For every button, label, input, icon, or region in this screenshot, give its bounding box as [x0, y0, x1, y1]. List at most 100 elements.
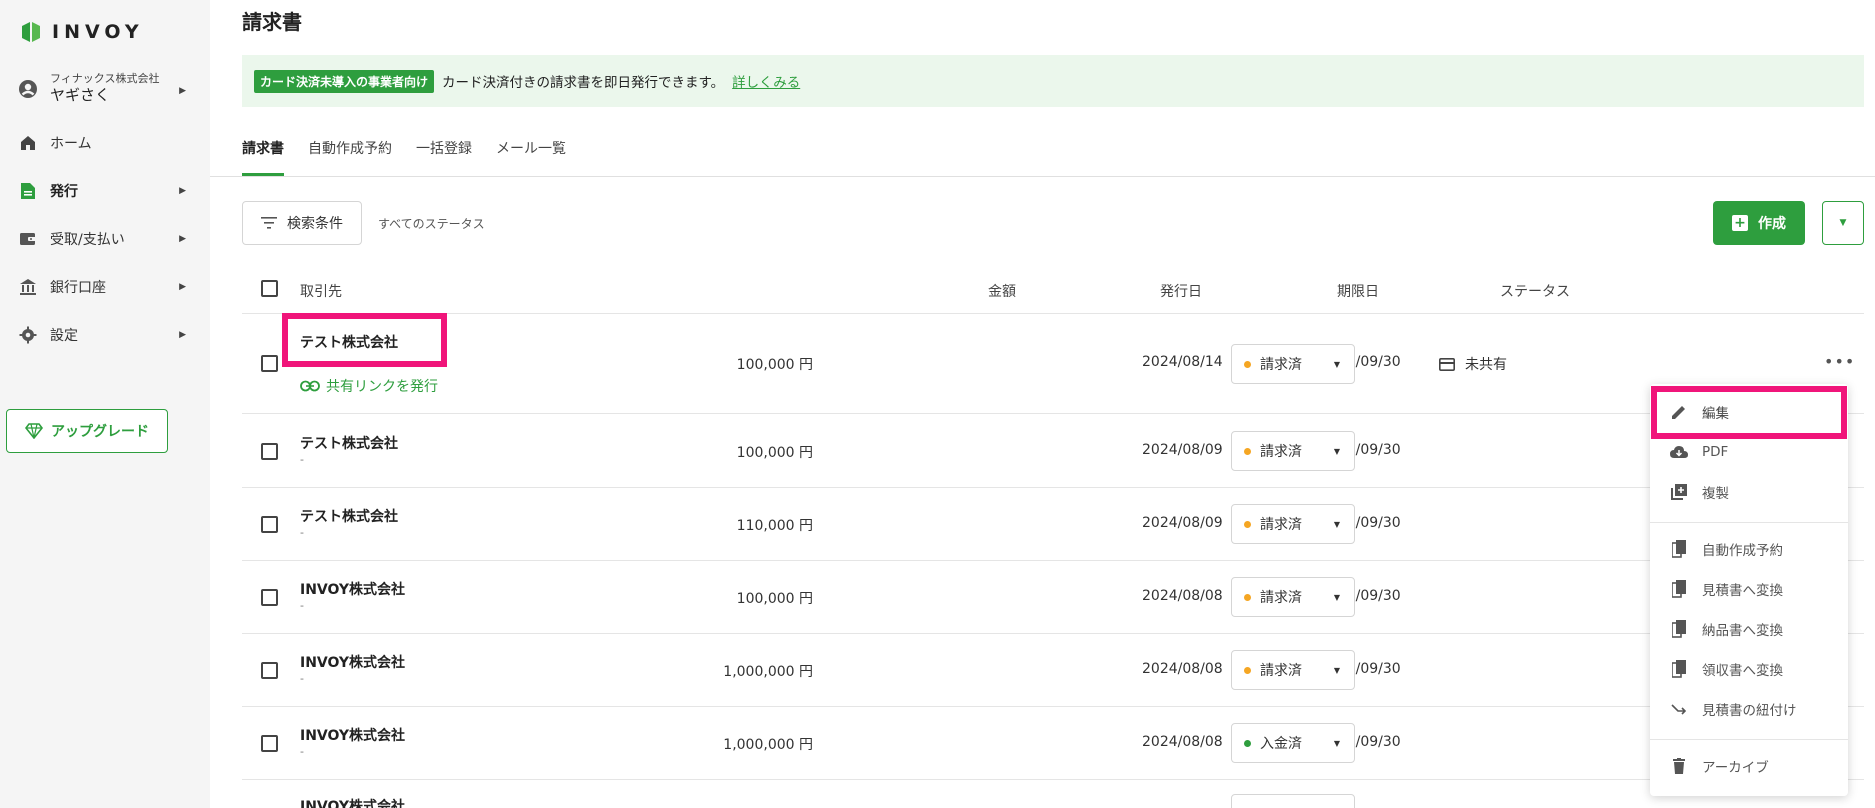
issue-share-link[interactable]: 共有リンクを発行	[300, 376, 438, 396]
client-sub: -	[300, 599, 304, 612]
account-switcher[interactable]: フィナックス株式会社 ヤギさく ▶	[18, 72, 198, 105]
status-select[interactable]: 入金済 ▼	[1231, 723, 1355, 763]
sidebar-item-receive-pay[interactable]: 受取/支払い ▶	[18, 224, 198, 254]
menu-item-auto-schedule[interactable]: 自動作成予約	[1650, 531, 1848, 567]
sidebar-item-bank[interactable]: 銀行口座 ▶	[18, 272, 198, 302]
menu-item-duplicate[interactable]: 複製	[1650, 474, 1848, 510]
tab-bulk-register[interactable]: 一括登録	[416, 138, 472, 176]
banner-learn-more-link[interactable]: 詳しくみる	[732, 71, 800, 91]
status-dot	[1244, 520, 1251, 528]
account-icon	[19, 79, 37, 98]
issue-date: 2024/08/14	[1142, 354, 1223, 370]
status-label: 入金済	[1260, 736, 1302, 752]
caret-down-icon: ▼	[1333, 592, 1340, 602]
menu-item-archive[interactable]: アーカイブ	[1650, 748, 1848, 784]
menu-item-convert-delivery[interactable]: 納品書へ変換	[1650, 611, 1848, 647]
table-row[interactable]: INVOY株式会社 - 100,000 円 2024/08/08 2024/09…	[242, 561, 1864, 634]
status-dot	[1244, 739, 1251, 747]
status-select[interactable]: 請求済 ▼	[1231, 504, 1355, 544]
client-name: INVOY株式会社	[300, 582, 406, 598]
status-select[interactable]: 請求済 ▼	[1231, 344, 1355, 384]
row-checkbox[interactable]	[261, 355, 278, 372]
status-select[interactable]: 請求済 ▼	[1231, 431, 1355, 471]
menu-item-label: 複製	[1702, 486, 1729, 502]
client-name: INVOY株式会社	[300, 799, 406, 808]
client-sub: -	[300, 453, 304, 466]
sidebar-item-label: 発行	[50, 184, 78, 200]
table-row[interactable]: テスト株式会社 - 110,000 円 2024/08/09 2024/09/3…	[242, 488, 1864, 561]
chevron-right-icon: ▶	[179, 234, 186, 244]
issue-date: 2024/08/09	[1142, 515, 1223, 531]
share-status[interactable]: 未共有	[1439, 354, 1507, 374]
caret-down-icon: ▼	[1333, 738, 1340, 748]
status-select[interactable]: 請求済 ▼	[1231, 577, 1355, 617]
tab-auto-schedule[interactable]: 自動作成予約	[308, 138, 392, 176]
amount: 110,000 円	[736, 518, 813, 534]
client-name: テスト株式会社	[300, 509, 398, 525]
status-select[interactable]	[1231, 794, 1355, 808]
row-checkbox[interactable]	[261, 662, 278, 679]
sidebar-item-issue[interactable]: 発行 ▶	[18, 176, 198, 206]
status-dot	[1244, 666, 1251, 674]
table-row[interactable]: INVOY株式会社 - 1,000,000 円 2024/08/08 2024/…	[242, 634, 1864, 707]
upgrade-label: アップグレード	[51, 424, 149, 440]
column-header-issue-date: 発行日	[1160, 284, 1202, 300]
account-company: フィナックス株式会社	[50, 72, 160, 85]
document-icon	[18, 181, 38, 201]
more-actions-icon[interactable]: •••	[1824, 352, 1855, 371]
menu-item-convert-estimate[interactable]: 見積書へ変換	[1650, 571, 1848, 607]
banner-text: カード決済付きの請求書を即日発行できます。	[442, 75, 725, 91]
sidebar-item-label: ホーム	[50, 136, 92, 152]
table-row[interactable]: INVOY株式会社 - 1,000,000 円 2024/08/08 2024/…	[242, 707, 1864, 780]
filter-label: 検索条件	[287, 216, 343, 232]
upgrade-button[interactable]: アップグレード	[6, 409, 168, 453]
status-label: 請求済	[1260, 590, 1302, 606]
row-checkbox[interactable]	[261, 589, 278, 606]
issue-date: 2024/08/08	[1142, 734, 1223, 750]
column-header-status: ステータス	[1500, 284, 1570, 300]
row-actions-menu: 編集 PDF 複製 自動作成予約 見積書へ変換 納品書へ変換 領収書へ変換 見積…	[1650, 384, 1848, 796]
copy-doc-icon	[1670, 580, 1688, 598]
sidebar-item-home[interactable]: ホーム	[18, 128, 198, 158]
status-label: 請求済	[1260, 517, 1302, 533]
trash-icon	[1670, 757, 1688, 775]
menu-item-pdf[interactable]: PDF	[1650, 434, 1848, 470]
menu-item-label: PDF	[1702, 444, 1729, 460]
filter-button[interactable]: 検索条件	[242, 201, 362, 245]
status-dot	[1244, 593, 1251, 601]
menu-divider	[1650, 739, 1848, 740]
sidebar: INVOY フィナックス株式会社 ヤギさく ▶ ホーム 発行 ▶ 受取/支払い …	[0, 0, 210, 808]
select-all-checkbox[interactable]	[261, 280, 278, 297]
row-checkbox[interactable]	[261, 443, 278, 460]
menu-item-link-estimate[interactable]: 見積書の紐付け	[1650, 691, 1848, 727]
row-checkbox[interactable]	[261, 516, 278, 533]
tabs-divider	[210, 176, 1875, 177]
row-checkbox[interactable]	[261, 735, 278, 752]
diamond-icon	[25, 423, 43, 439]
sidebar-item-label: 受取/支払い	[50, 232, 125, 248]
logo[interactable]: INVOY	[20, 20, 144, 44]
sidebar-item-settings[interactable]: 設定 ▶	[18, 320, 198, 350]
tab-invoices[interactable]: 請求書	[242, 138, 284, 176]
table-row[interactable]: INVOY株式会社	[242, 780, 1864, 808]
table-row[interactable]: テスト株式会社 共有リンクを発行 100,000 円 2024/08/14 20…	[242, 314, 1864, 414]
caret-down-icon: ▼	[1333, 665, 1340, 675]
share-link-label: 共有リンクを発行	[326, 379, 438, 395]
create-label: 作成	[1758, 216, 1786, 232]
tab-mail-list[interactable]: メール一覧	[496, 138, 566, 176]
copy-doc-icon	[1670, 620, 1688, 638]
caret-down-icon: ▼	[1839, 218, 1847, 228]
status-select[interactable]: 請求済 ▼	[1231, 650, 1355, 690]
link-icon	[300, 380, 320, 392]
share-status-label: 未共有	[1465, 357, 1507, 373]
issue-date: 2024/08/09	[1142, 442, 1223, 458]
menu-item-convert-receipt[interactable]: 領収書へ変換	[1650, 651, 1848, 687]
table-row[interactable]: テスト株式会社 - 100,000 円 2024/08/09 2024/09/3…	[242, 415, 1864, 488]
client-sub: -	[300, 745, 304, 758]
sidebar-item-label: 銀行口座	[50, 280, 106, 296]
create-button[interactable]: + 作成	[1713, 201, 1805, 245]
status-label: 請求済	[1260, 357, 1302, 373]
create-dropdown-button[interactable]: ▼	[1822, 201, 1864, 245]
menu-item-label: 見積書へ変換	[1702, 583, 1783, 599]
client-name: テスト株式会社	[300, 436, 398, 452]
